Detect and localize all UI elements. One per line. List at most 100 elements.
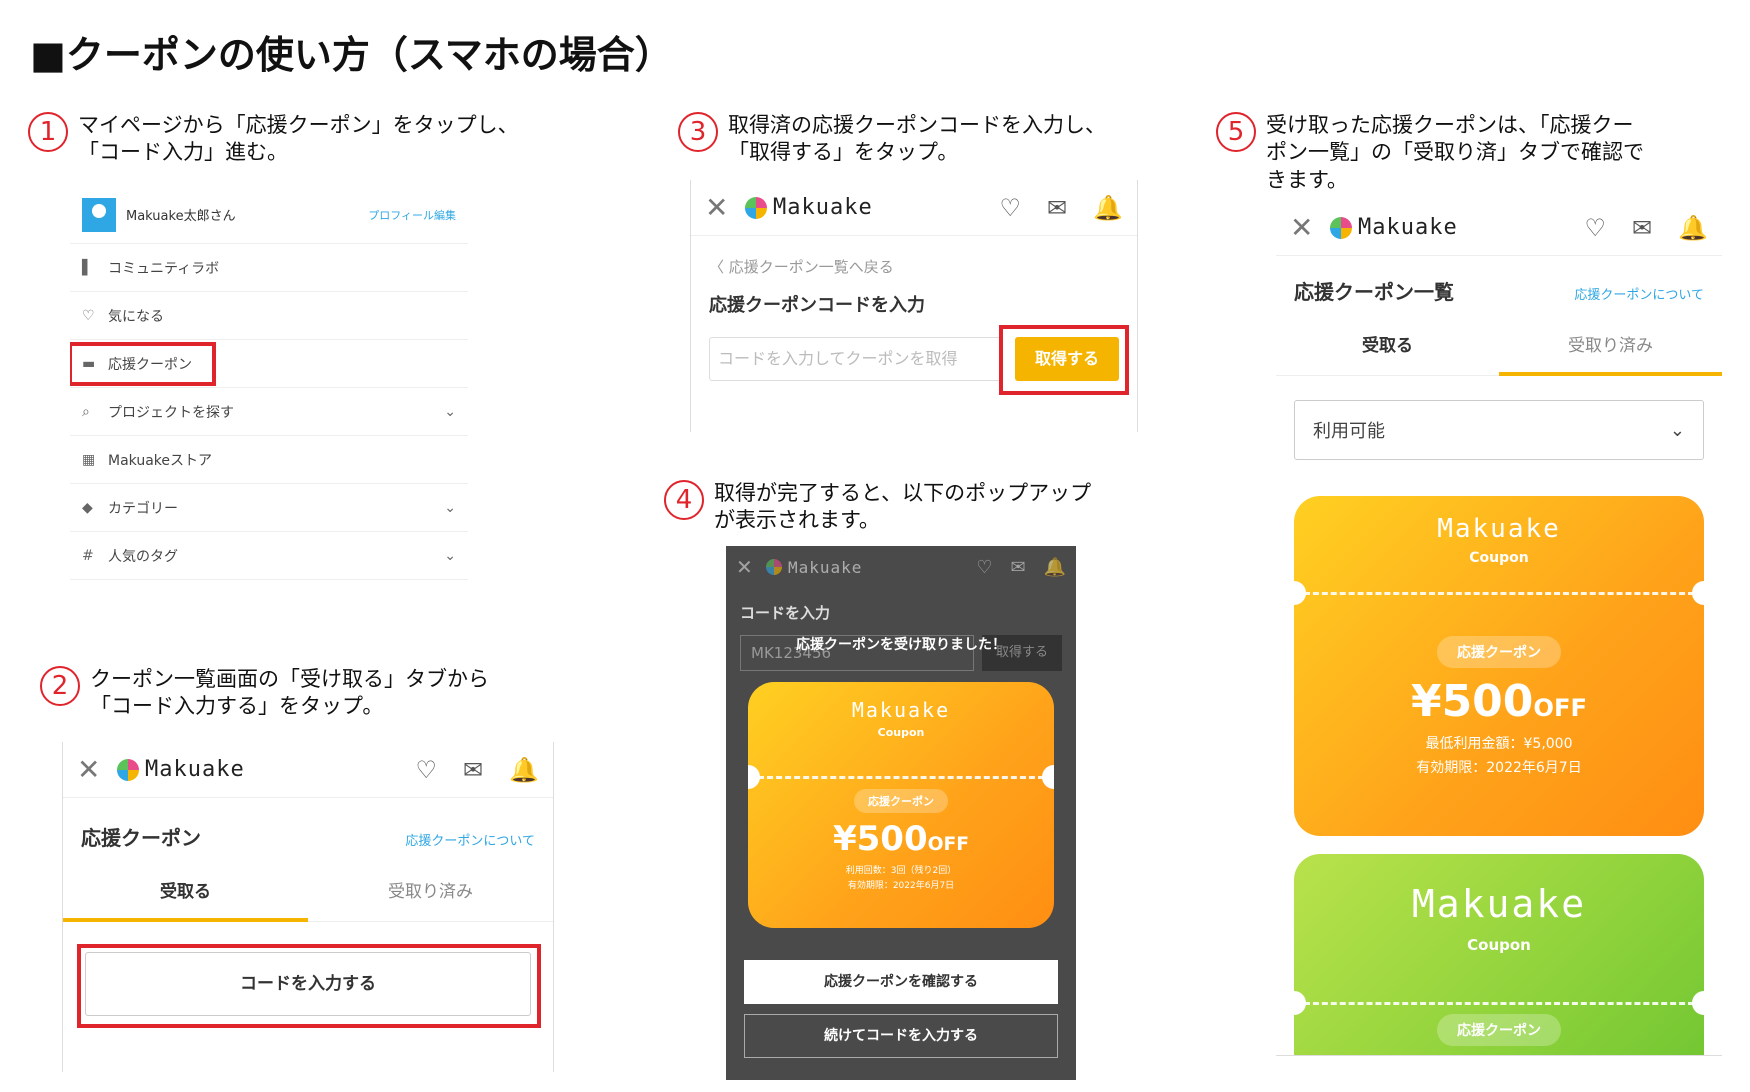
- chevron-down-icon: ⌄: [1669, 419, 1685, 441]
- coupon-divider: [1304, 592, 1694, 595]
- coupon-list-received-panel: ✕ Makuake ♡ ✉ 🔔 応援クーポン一覧 応援クーポンについて 受取る …: [1276, 200, 1722, 1056]
- coupon-divider: [1304, 1002, 1694, 1005]
- continue-code-button[interactable]: 続けてコードを入力する: [744, 1014, 1058, 1058]
- menu-item-support-coupon[interactable]: ▬ 応援クーポン: [70, 340, 468, 388]
- logo-mark-icon: [745, 196, 767, 219]
- close-icon[interactable]: ✕: [77, 753, 117, 786]
- logo-mark-icon: [1330, 216, 1352, 239]
- tab-receive[interactable]: 受取る: [1276, 317, 1499, 376]
- store-icon: ▦: [82, 451, 96, 468]
- toast-message: 応援クーポンを受け取りました！: [796, 637, 1006, 653]
- about-coupon-link[interactable]: 応援クーポンについて: [1574, 284, 1704, 303]
- makuake-logo: Makuake: [745, 195, 873, 220]
- profile-edit-link[interactable]: プロフィール編集: [368, 207, 456, 223]
- status-select[interactable]: 利用可能 ⌄: [1294, 400, 1704, 460]
- close-icon[interactable]: ✕: [705, 191, 745, 224]
- coupon-subtitle: Coupon: [1469, 550, 1529, 566]
- bell-icon[interactable]: 🔔: [1093, 194, 1123, 222]
- menu-item-community-lab[interactable]: ▌ コミュニティラボ: [70, 244, 468, 292]
- user-name: Makuake太郎さん: [126, 209, 236, 224]
- makuake-logo: Makuake: [766, 558, 862, 577]
- menu-item-store[interactable]: ▦ Makuakeストア: [70, 436, 468, 484]
- highlight-box: [999, 325, 1129, 395]
- app-header: ✕ Makuake ♡ ✉ 🔔: [726, 546, 1076, 588]
- heart-icon[interactable]: ♡: [415, 756, 437, 784]
- chevron-down-icon: ⌄: [444, 499, 456, 516]
- coupon-min-amount: 最低利用金額：¥5,000: [1425, 736, 1573, 752]
- menu-item-favorites[interactable]: ♡ 気になる: [70, 292, 468, 340]
- coupon-code-input[interactable]: コードを入力してクーポンを取得: [709, 337, 1003, 381]
- coupon-received-popup: ✕ Makuake ♡ ✉ 🔔 コードを入力 MK123456 取得する 応援ク…: [726, 546, 1076, 1080]
- coupon-notch: [1042, 765, 1054, 789]
- highlight-box: [77, 944, 541, 1028]
- coupon-divider: [758, 776, 1044, 779]
- step-text: 受け取った応援クーポンは、「応援クー ポン一覧」の「受取り済」タブで確認で きま…: [1266, 113, 1644, 192]
- coupon-logo: Makuake: [851, 698, 951, 722]
- coupon-logo: Makuake: [1437, 514, 1561, 544]
- heart-icon: ♡: [82, 307, 95, 324]
- coupon-subtitle: Coupon: [877, 726, 925, 739]
- bell-icon[interactable]: 🔔: [1044, 557, 1066, 578]
- coupon-tabs: 受取る 受取り済み: [1276, 317, 1722, 376]
- step-1: 1 マイページから「応援クーポン」をタップし、 「コード入力」進む。: [28, 112, 519, 167]
- menu-item-find-projects[interactable]: ⌕ プロジェクトを探す ⌄: [70, 388, 468, 436]
- step-2: 2 クーポン一覧画面の「受け取る」タブから 「コード入力する」をタップ。: [40, 666, 489, 721]
- step-5: 5 受け取った応援クーポンは、「応援クー ポン一覧」の「受取り済」タブで確認で …: [1216, 112, 1644, 194]
- coupon-notch: [748, 765, 760, 789]
- mypage-menu-panel: Makuake太郎さん プロフィール編集 ▌ コミュニティラボ ♡ 気になる ▬…: [70, 186, 468, 624]
- back-link[interactable]: 〈 応援クーポン一覧へ戻る: [691, 236, 1137, 277]
- menu-item-label: Makuakeストア: [108, 452, 213, 469]
- coupon-expiry: 有効期限：2022年6月7日: [847, 881, 955, 891]
- mail-icon[interactable]: ✉: [1632, 214, 1652, 242]
- close-icon[interactable]: ✕: [736, 555, 766, 579]
- heart-icon[interactable]: ♡: [976, 557, 992, 578]
- chevron-down-icon: ⌄: [444, 547, 456, 564]
- chevron-down-icon: ⌄: [444, 403, 456, 420]
- coupon-amount: ¥500OFF: [832, 819, 970, 859]
- step-number: 2: [40, 666, 80, 706]
- step-4: 4 取得が完了すると、以下のポップアップ が表示されます。: [664, 480, 1091, 535]
- bell-icon[interactable]: 🔔: [1678, 214, 1708, 242]
- search-icon: ⌕: [82, 403, 90, 420]
- heart-icon[interactable]: ♡: [999, 194, 1021, 222]
- tab-received[interactable]: 受取り済み: [1499, 317, 1722, 376]
- enter-code-panel: ✕ Makuake ♡ ✉ 🔔 〈 応援クーポン一覧へ戻る 応援クーポンコードを…: [690, 180, 1138, 432]
- status-select-value: 利用可能: [1313, 421, 1385, 442]
- bell-icon[interactable]: 🔔: [509, 756, 539, 784]
- coupon-expiry: 有効期限：2022年6月7日: [1416, 760, 1582, 776]
- mail-icon[interactable]: ✉: [1010, 557, 1025, 578]
- menu-item-category[interactable]: ◆ カテゴリー ⌄: [70, 484, 468, 532]
- makuake-logo: Makuake: [117, 757, 245, 782]
- app-header: ✕ Makuake ♡ ✉ 🔔: [691, 180, 1137, 236]
- menu-item-label: カテゴリー: [108, 500, 178, 517]
- coupon-card: Makuake Coupon 応援クーポン ¥500OFF 最低利用金額：¥5,…: [1294, 496, 1704, 836]
- step-number: 3: [678, 112, 718, 152]
- coupon-notch: [1692, 581, 1704, 605]
- close-icon[interactable]: ✕: [1290, 211, 1330, 244]
- highlight-box: [70, 342, 216, 386]
- about-coupon-link[interactable]: 応援クーポンについて: [405, 830, 535, 849]
- coupon-pill: 応援クーポン: [854, 789, 948, 813]
- menu-item-label: プロジェクトを探す: [108, 404, 234, 421]
- confirm-coupon-button[interactable]: 応援クーポンを確認する: [744, 960, 1058, 1004]
- logo-mark-icon: [766, 559, 782, 575]
- mail-icon[interactable]: ✉: [1047, 194, 1067, 222]
- menu-item-popular-tags[interactable]: # 人気のタグ ⌄: [70, 532, 468, 580]
- step-number: 5: [1216, 112, 1256, 152]
- coupon-card-2: Makuake Coupon 応援クーポン: [1294, 854, 1704, 1055]
- menu-item-label: 人気のタグ: [108, 548, 178, 565]
- heart-icon[interactable]: ♡: [1584, 214, 1606, 242]
- coupon-card: Makuake Coupon 応援クーポン ¥500OFF 利用回数：3回（残り…: [748, 682, 1054, 928]
- app-header: ✕ Makuake ♡ ✉ 🔔: [1276, 200, 1722, 256]
- avatar: [82, 197, 116, 232]
- coupon-list-panel: ✕ Makuake ♡ ✉ 🔔 応援クーポン 応援クーポンについて 受取る 受取…: [62, 742, 554, 1072]
- tab-receive[interactable]: 受取る: [63, 863, 308, 922]
- book-icon: ▌: [82, 259, 93, 276]
- tab-received[interactable]: 受取り済み: [308, 863, 553, 922]
- step-text: マイページから「応援クーポン」をタップし、 「コード入力」進む。: [78, 113, 519, 165]
- menu-item-label: 気になる: [108, 308, 164, 325]
- step-text: クーポン一覧画面の「受け取る」タブから 「コード入力する」をタップ。: [90, 667, 489, 719]
- mail-icon[interactable]: ✉: [463, 756, 483, 784]
- user-row[interactable]: Makuake太郎さん プロフィール編集: [70, 186, 468, 244]
- step-3: 3 取得済の応援クーポンコードを入力し、 「取得する」をタップ。: [678, 112, 1106, 167]
